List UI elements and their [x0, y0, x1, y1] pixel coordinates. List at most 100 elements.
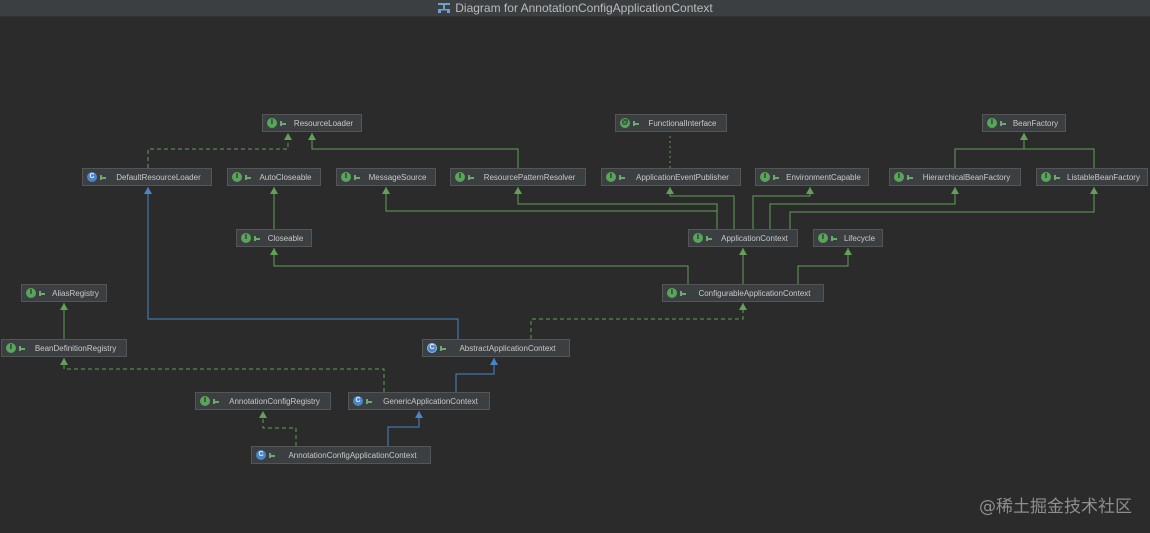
- public-visibility-icon: [245, 174, 251, 180]
- arrowhead-icon: [1020, 133, 1028, 140]
- node-environment-capable[interactable]: I EnvironmentCapable: [755, 168, 869, 186]
- window-title: Diagram for AnnotationConfigApplicationC…: [455, 1, 713, 15]
- node-configurable-application-context[interactable]: I ConfigurableApplicationContext: [662, 284, 824, 302]
- node-resource-loader[interactable]: I ResourceLoader: [262, 114, 362, 132]
- arrowhead-icon: [308, 133, 316, 140]
- abstract-icon: C: [427, 343, 437, 353]
- edge-extends-interface: [797, 248, 849, 284]
- public-visibility-icon: [440, 345, 446, 351]
- public-visibility-icon: [907, 174, 913, 180]
- public-visibility-icon: [100, 174, 106, 180]
- edge-implements: [63, 358, 385, 392]
- node-label: MessageSource: [368, 172, 427, 182]
- node-application-event-publisher[interactable]: I ApplicationEventPublisher: [601, 168, 741, 186]
- arrowhead-icon: [844, 248, 852, 255]
- arrowhead-icon: [490, 358, 498, 365]
- watermark: @稀土掘金技术社区: [979, 497, 1132, 517]
- node-application-context[interactable]: I ApplicationContext: [688, 229, 798, 247]
- node-lifecycle[interactable]: I Lifecycle: [813, 229, 883, 247]
- public-visibility-icon: [280, 120, 286, 126]
- interface-icon: I: [26, 288, 36, 298]
- public-visibility-icon: [269, 452, 275, 458]
- class-icon: C: [353, 396, 363, 406]
- public-visibility-icon: [1054, 174, 1060, 180]
- node-abstract-application-context[interactable]: C AbstractApplicationContext: [422, 339, 570, 357]
- edge-extends: [387, 411, 420, 446]
- interface-icon: I: [818, 233, 828, 243]
- interface-icon: I: [760, 172, 770, 182]
- interface-icon: I: [232, 172, 242, 182]
- public-visibility-icon: [619, 174, 625, 180]
- arrowhead-icon: [144, 187, 152, 194]
- node-label: AutoCloseable: [259, 172, 312, 182]
- node-label: AliasRegistry: [52, 288, 99, 298]
- node-label: ApplicationEventPublisher: [636, 172, 729, 182]
- edge-extends-interface: [669, 187, 735, 229]
- interface-icon: I: [1041, 172, 1051, 182]
- arrowhead-icon: [270, 248, 278, 255]
- public-visibility-icon: [254, 235, 260, 241]
- public-visibility-icon: [213, 398, 219, 404]
- arrowhead-icon: [60, 303, 68, 310]
- node-message-source[interactable]: I MessageSource: [336, 168, 436, 186]
- node-auto-closeable[interactable]: I AutoCloseable: [227, 168, 321, 186]
- node-label: FunctionalInterface: [648, 118, 717, 128]
- node-default-resource-loader[interactable]: C DefaultResourceLoader: [82, 168, 212, 186]
- interface-icon: I: [267, 118, 277, 128]
- edge-extends: [147, 187, 459, 339]
- arrowhead-icon: [666, 187, 674, 194]
- arrowhead-icon: [514, 187, 522, 194]
- edge-extends: [455, 358, 495, 392]
- node-label: ResourceLoader: [293, 118, 354, 128]
- arrowhead-icon: [270, 187, 278, 194]
- edge-extends-interface: [1023, 133, 1095, 168]
- arrowhead-icon: [739, 303, 747, 310]
- node-listable-bean-factory[interactable]: I ListableBeanFactory: [1036, 168, 1148, 186]
- interface-icon: I: [987, 118, 997, 128]
- node-label: Closeable: [267, 233, 304, 243]
- node-label: GenericApplicationContext: [383, 396, 478, 406]
- public-visibility-icon: [773, 174, 779, 180]
- edge-extends-interface: [752, 187, 811, 229]
- public-visibility-icon: [680, 290, 686, 296]
- node-functional-interface[interactable]: @ FunctionalInterface: [615, 114, 727, 132]
- arrowhead-icon: [60, 358, 68, 365]
- node-label: HierarchicalBeanFactory: [922, 172, 1011, 182]
- node-resource-pattern-resolver[interactable]: I ResourcePatternResolver: [450, 168, 586, 186]
- node-bean-definition-registry[interactable]: I BeanDefinitionRegistry: [1, 339, 127, 357]
- node-label: BeanFactory: [1012, 118, 1059, 128]
- node-hierarchical-bean-factory[interactable]: I HierarchicalBeanFactory: [889, 168, 1021, 186]
- edge-extends-interface: [954, 133, 1025, 168]
- public-visibility-icon: [831, 235, 837, 241]
- edge-implements: [530, 303, 744, 339]
- arrowhead-icon: [415, 411, 423, 418]
- node-annotation-config-application-context[interactable]: C AnnotationConfigApplicationContext: [251, 446, 431, 464]
- interface-icon: I: [693, 233, 703, 243]
- node-label: BeanDefinitionRegistry: [34, 343, 117, 353]
- annotation-icon: @: [620, 118, 630, 128]
- arrowhead-icon: [259, 411, 267, 418]
- node-label: ListableBeanFactory: [1067, 172, 1140, 182]
- class-icon: C: [87, 172, 97, 182]
- node-bean-factory[interactable]: I BeanFactory: [982, 114, 1066, 132]
- node-generic-application-context[interactable]: C GenericApplicationContext: [348, 392, 490, 410]
- interface-icon: I: [200, 396, 210, 406]
- node-label: ConfigurableApplicationContext: [698, 288, 811, 298]
- node-label: ResourcePatternResolver: [483, 172, 576, 182]
- interface-icon: I: [894, 172, 904, 182]
- node-label: EnvironmentCapable: [786, 172, 861, 182]
- arrowhead-icon: [739, 248, 747, 255]
- interface-icon: I: [455, 172, 465, 182]
- diagram-window: Diagram for AnnotationConfigApplicationC…: [0, 0, 1150, 533]
- arrowhead-icon: [1090, 187, 1098, 194]
- public-visibility-icon: [366, 398, 372, 404]
- node-closeable[interactable]: I Closeable: [236, 229, 312, 247]
- interface-icon: I: [341, 172, 351, 182]
- node-label: AnnotationConfigRegistry: [229, 396, 320, 406]
- edge-extends-interface: [273, 248, 689, 284]
- arrowhead-icon: [951, 187, 959, 194]
- node-alias-registry[interactable]: I AliasRegistry: [21, 284, 107, 302]
- node-annotation-config-registry[interactable]: I AnnotationConfigRegistry: [195, 392, 331, 410]
- interface-icon: I: [606, 172, 616, 182]
- public-visibility-icon: [1000, 120, 1006, 126]
